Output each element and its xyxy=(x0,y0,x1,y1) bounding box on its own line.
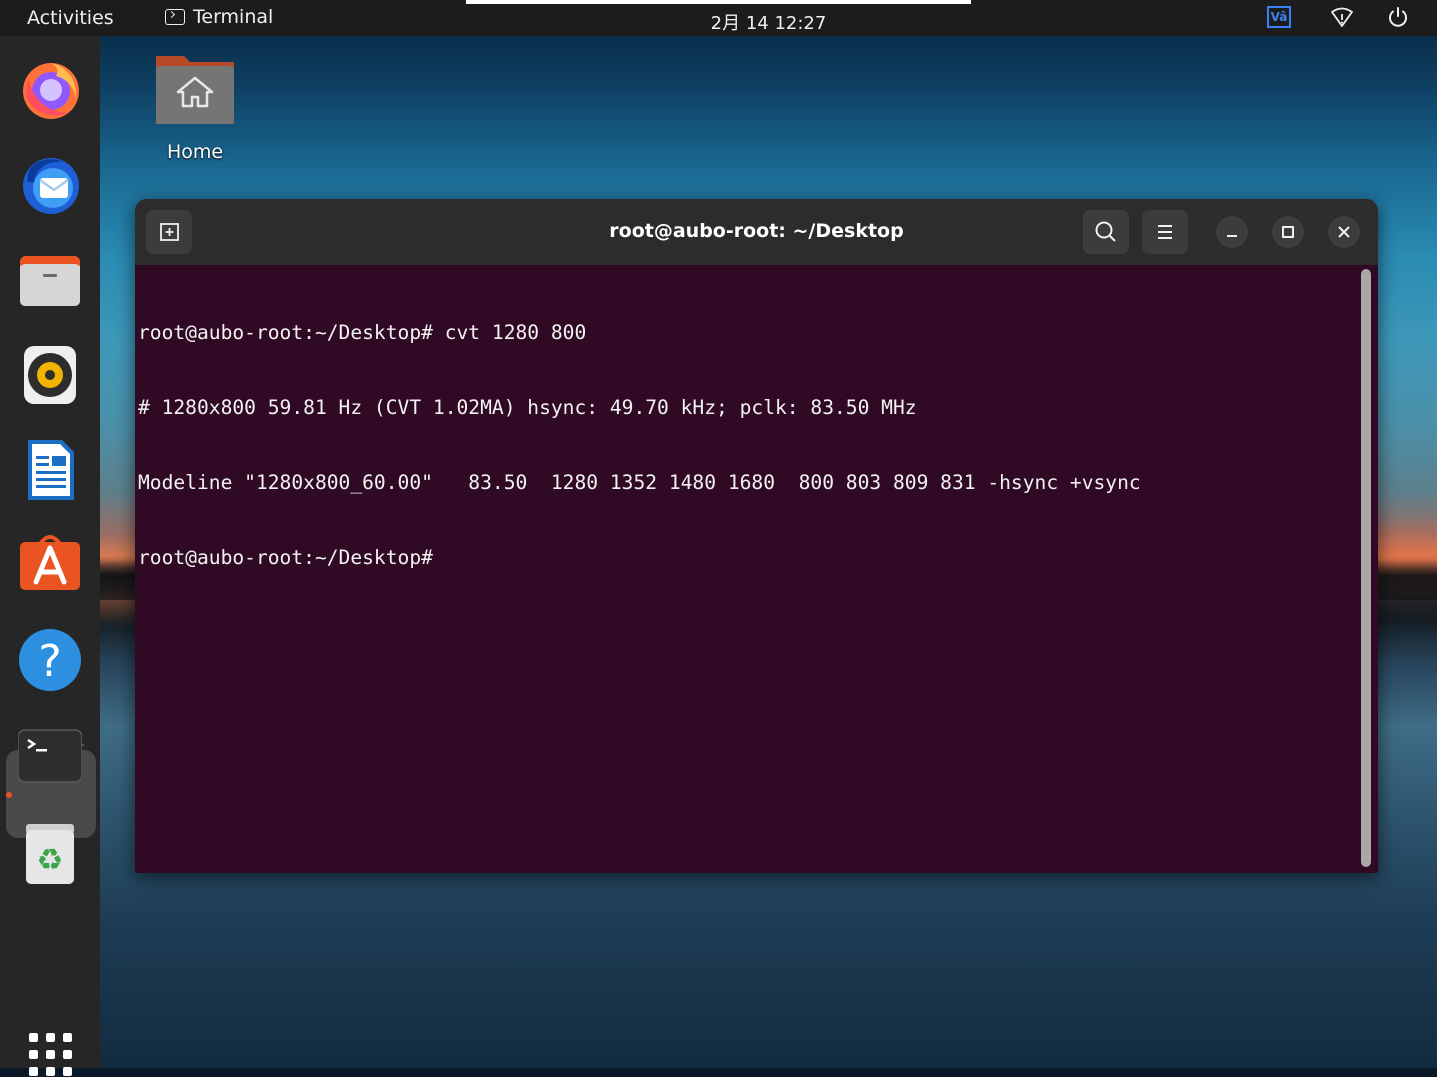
top-bar: Activities Terminal 2月 14 12:27 Vâ xyxy=(0,0,1437,36)
terminal-headerbar[interactable]: root@aubo-root: ~/Desktop xyxy=(135,199,1378,265)
close-icon xyxy=(1338,226,1350,238)
terminal-output[interactable]: root@aubo-root:~/Desktop# cvt 1280 800 #… xyxy=(138,270,1358,865)
maximize-button[interactable] xyxy=(1272,216,1304,248)
terminal-line: Modeline "1280x800_60.00" 83.50 1280 135… xyxy=(138,471,1141,494)
terminal-icon[interactable] xyxy=(17,726,83,790)
rhythmbox-icon[interactable] xyxy=(18,342,82,406)
terminal-line: # 1280x800 59.81 Hz (CVT 1.02MA) hsync: … xyxy=(138,396,917,419)
minimize-button[interactable] xyxy=(1216,216,1248,248)
maximize-icon xyxy=(1282,226,1294,238)
home-folder-label: Home xyxy=(166,141,224,163)
minimize-icon xyxy=(1227,235,1237,237)
terminal-title: root@aubo-root: ~/Desktop xyxy=(609,220,904,242)
terminal-prompt: root@aubo-root:~/Desktop# xyxy=(138,546,433,569)
clock[interactable]: 2月 14 12:27 xyxy=(0,9,1437,35)
home-folder-icon xyxy=(156,56,234,124)
vscode-icon[interactable]: Vâ xyxy=(1267,6,1291,28)
ubuntu-software-icon[interactable] xyxy=(18,532,82,596)
close-button[interactable] xyxy=(1328,216,1360,248)
running-indicator xyxy=(6,792,12,798)
window-preview-strip xyxy=(466,0,971,4)
svg-text:?: ? xyxy=(38,636,61,687)
desktop-home-folder[interactable]: Home xyxy=(150,50,240,170)
hamburger-menu-icon xyxy=(1158,225,1172,239)
svg-text:♻: ♻ xyxy=(37,843,64,878)
libreoffice-writer-icon[interactable] xyxy=(18,438,82,502)
terminal-scrollbar[interactable] xyxy=(1361,269,1371,867)
firefox-icon[interactable] xyxy=(18,58,82,122)
files-icon[interactable] xyxy=(18,248,82,312)
dock: ? ♻ xyxy=(0,36,100,1076)
hamburger-menu-button[interactable] xyxy=(1142,210,1188,254)
thunderbird-icon[interactable] xyxy=(18,152,82,216)
show-applications-icon[interactable] xyxy=(29,1033,73,1077)
network-icon[interactable] xyxy=(1330,6,1354,34)
terminal-window[interactable]: root@aubo-root: ~/Desktop root@aubo-root… xyxy=(135,199,1378,873)
search-button[interactable] xyxy=(1083,210,1129,254)
terminal-line: root@aubo-root:~/Desktop# cvt 1280 800 xyxy=(138,321,587,344)
help-icon[interactable]: ? xyxy=(18,628,82,692)
trash-icon[interactable]: ♻ xyxy=(18,820,82,884)
power-icon[interactable] xyxy=(1386,5,1410,33)
search-icon xyxy=(1095,221,1116,242)
